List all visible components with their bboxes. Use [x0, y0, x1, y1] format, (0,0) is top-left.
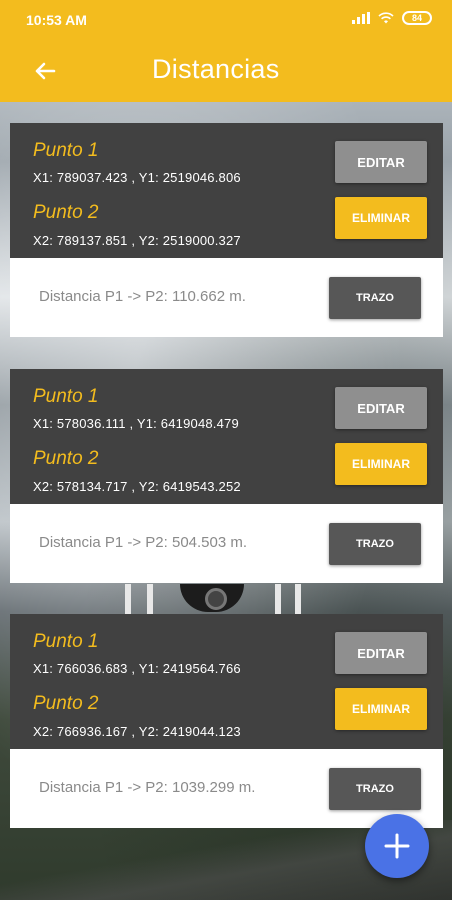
wifi-icon — [378, 12, 394, 24]
add-distance-button[interactable] — [365, 814, 429, 878]
page-title: Distancias — [152, 54, 280, 84]
distance-card: Punto 1 X1: 578036.111 , Y1: 6419048.479… — [10, 369, 443, 583]
point1-coords: X1: 578036.111 , Y1: 6419048.479 — [33, 416, 239, 431]
battery-icon: 84 — [402, 11, 432, 25]
trazo-button[interactable]: TRAZO — [329, 768, 421, 810]
status-time: 10:53 AM — [26, 12, 87, 28]
background-drone — [125, 584, 301, 614]
point2-coords: X2: 789137.851 , Y2: 2519000.327 — [33, 233, 241, 248]
point1-label: Punto 1 — [33, 140, 99, 161]
point1-label: Punto 1 — [33, 631, 99, 652]
edit-button[interactable]: EDITAR — [335, 387, 427, 429]
arrow-left-icon — [35, 62, 56, 80]
card-distance-panel: Distancia P1 -> P2: 504.503 m. TRAZO — [10, 504, 443, 583]
card-distance-panel: Distancia P1 -> P2: 1039.299 m. TRAZO — [10, 749, 443, 828]
edit-button[interactable]: EDITAR — [335, 141, 427, 183]
delete-button[interactable]: ELIMINAR — [335, 688, 427, 730]
back-button[interactable] — [30, 56, 60, 86]
distance-text: Distancia P1 -> P2: 1039.299 m. — [39, 779, 256, 796]
trazo-button[interactable]: TRAZO — [329, 277, 421, 319]
point1-coords: X1: 766036.683 , Y1: 2419564.766 — [33, 661, 241, 676]
card-distance-panel: Distancia P1 -> P2: 110.662 m. TRAZO — [10, 258, 443, 337]
distance-text: Distancia P1 -> P2: 110.662 m. — [39, 288, 246, 305]
trazo-button[interactable]: TRAZO — [329, 523, 421, 565]
card-points-panel: Punto 1 X1: 766036.683 , Y1: 2419564.766… — [10, 614, 443, 749]
point1-coords: X1: 789037.423 , Y1: 2519046.806 — [33, 170, 241, 185]
app-header: 10:53 AM 84 Distancias — [0, 0, 452, 102]
status-bar: 10:53 AM 84 — [0, 0, 452, 38]
point2-label: Punto 2 — [33, 202, 99, 223]
point2-coords: X2: 766936.167 , Y2: 2419044.123 — [33, 724, 241, 739]
edit-button[interactable]: EDITAR — [335, 632, 427, 674]
distance-card: Punto 1 X1: 766036.683 , Y1: 2419564.766… — [10, 614, 443, 828]
battery-level: 84 — [411, 13, 422, 23]
delete-button[interactable]: ELIMINAR — [335, 443, 427, 485]
point1-label: Punto 1 — [33, 386, 99, 407]
card-points-panel: Punto 1 X1: 578036.111 , Y1: 6419048.479… — [10, 369, 443, 504]
card-points-panel: Punto 1 X1: 789037.423 , Y1: 2519046.806… — [10, 123, 443, 258]
signal-icon — [352, 12, 370, 24]
distance-card: Punto 1 X1: 789037.423 , Y1: 2519046.806… — [10, 123, 443, 337]
point2-label: Punto 2 — [33, 693, 99, 714]
point2-coords: X2: 578134.717 , Y2: 6419543.252 — [33, 479, 241, 494]
distance-text: Distancia P1 -> P2: 504.503 m. — [39, 534, 248, 551]
delete-button[interactable]: ELIMINAR — [335, 197, 427, 239]
status-icons: 84 — [352, 11, 432, 25]
point2-label: Punto 2 — [33, 448, 99, 469]
plus-icon — [384, 833, 410, 859]
